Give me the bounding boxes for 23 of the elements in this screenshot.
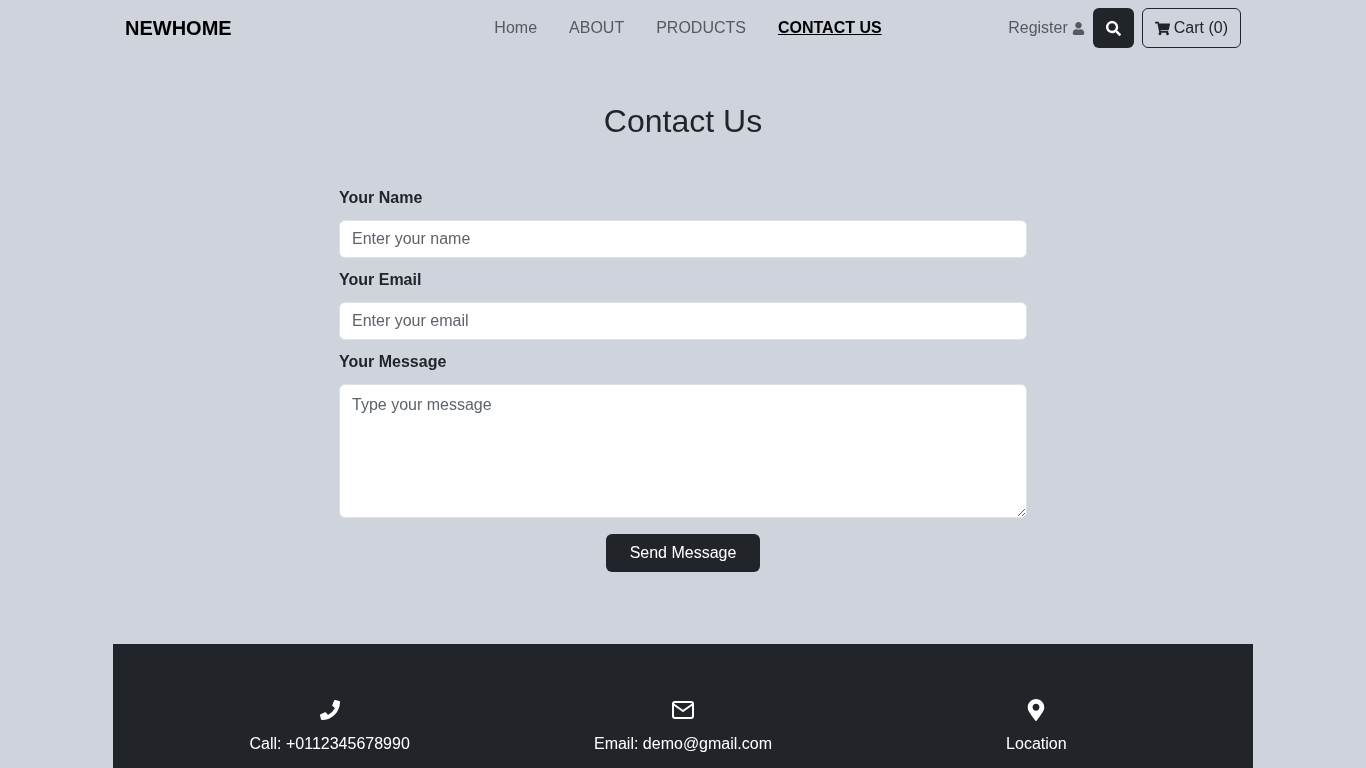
nav-link[interactable]: ABOUT [569,16,625,40]
footer-contact-text: Email: demo@gmail.com [593,734,773,755]
message-field[interactable]: Type your message [339,384,1027,519]
nav-link[interactable]: Home [494,16,538,40]
register-link[interactable]: Register [1008,16,1085,40]
brand-logo[interactable]: NEWHOME [125,13,425,43]
cart-icon [1154,20,1170,36]
search-icon [1105,20,1121,36]
input-field[interactable]: Enter your email [339,302,1027,341]
search-button[interactable] [1092,8,1134,48]
field-label: Your Message [339,352,448,373]
user-icon [1071,21,1085,35]
cart-button[interactable]: Cart (0) [1141,8,1241,48]
field-label: Your Name [339,188,424,209]
nav-link[interactable]: PRODUCTS [656,16,746,40]
page-title: Contact Us [602,102,764,141]
footer-contact-text: Location [1006,734,1067,755]
send-message-button[interactable]: Send Message [605,534,761,573]
nav-link[interactable]: CONTACT US [777,16,882,40]
field-label: Your Email [339,270,423,291]
input-field[interactable]: Enter your name [339,220,1027,259]
footer-contact-text: Call: +0112345678990 [249,734,410,755]
phone-icon [319,700,340,721]
